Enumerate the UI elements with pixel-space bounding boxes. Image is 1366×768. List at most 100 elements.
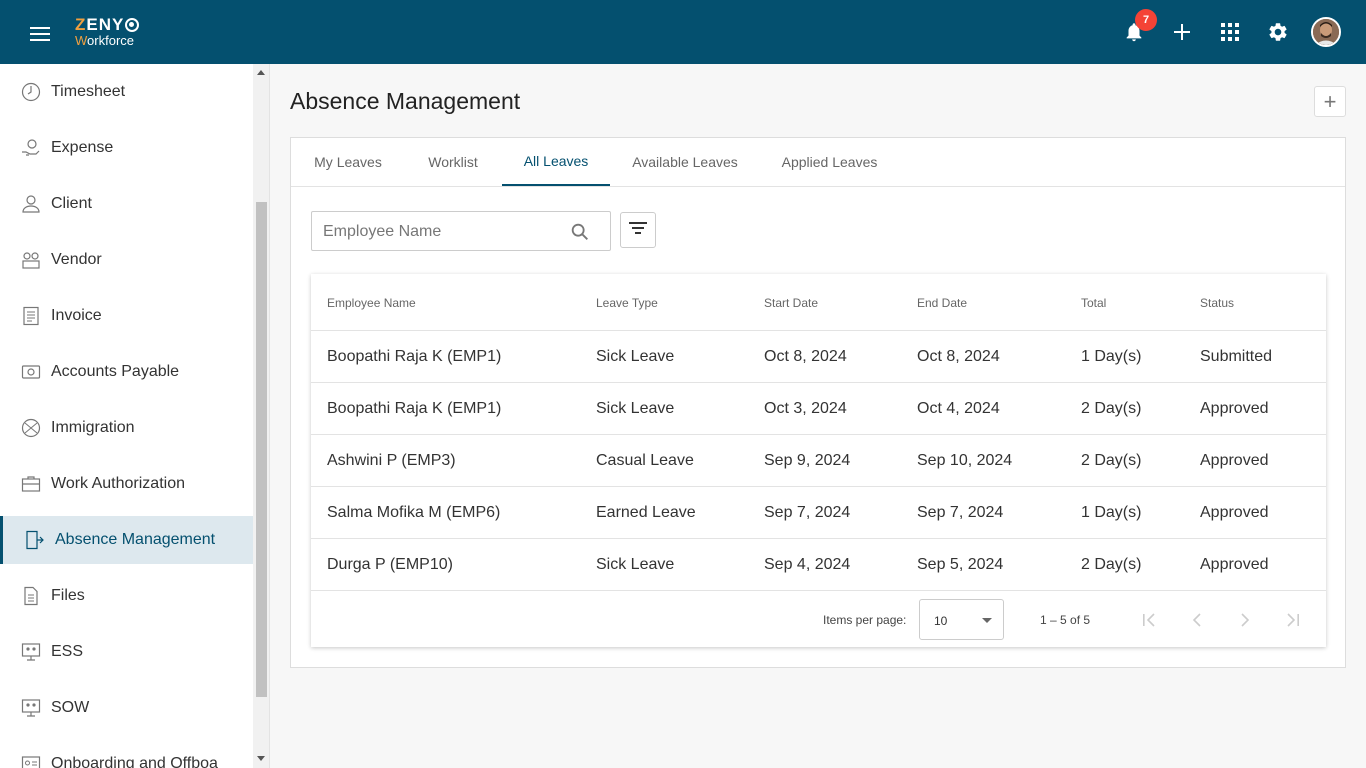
- sidebar-scrollbar[interactable]: [253, 64, 269, 768]
- cell-total: 1 Day(s): [1081, 348, 1142, 365]
- id-card-icon: [21, 754, 41, 768]
- tab-my-leaves[interactable]: My Leaves: [305, 138, 391, 186]
- tab-bar: My Leaves Worklist All Leaves Available …: [291, 138, 1345, 187]
- add-leave-button[interactable]: +: [1314, 86, 1346, 117]
- cell-leave-type: Earned Leave: [596, 504, 696, 521]
- search-icon[interactable]: [569, 221, 591, 243]
- sidebar-item-absence-management[interactable]: Absence Management: [0, 516, 253, 564]
- document-icon: [21, 306, 41, 326]
- sidebar-item-label: Work Authorization: [51, 475, 185, 492]
- first-page-icon[interactable]: [1138, 609, 1160, 631]
- monitor-people-icon: [21, 642, 41, 662]
- money-hand-icon: [21, 138, 41, 158]
- table-row[interactable]: Salma Mofika M (EMP6) Earned Leave Sep 7…: [311, 487, 1326, 539]
- sidebar-item-immigration[interactable]: Immigration: [0, 404, 253, 452]
- scroll-thumb[interactable]: [256, 202, 267, 697]
- cell-total: 1 Day(s): [1081, 504, 1142, 521]
- cell-status: Approved: [1200, 400, 1269, 417]
- sidebar-item-client[interactable]: Client: [0, 180, 253, 228]
- table-row[interactable]: Boopathi Raja K (EMP1) Sick Leave Oct 3,…: [311, 383, 1326, 435]
- items-per-page-select[interactable]: 10: [919, 599, 1004, 640]
- previous-page-icon[interactable]: [1186, 609, 1208, 631]
- gear-icon[interactable]: [1266, 20, 1290, 44]
- column-header[interactable]: Status: [1200, 296, 1234, 310]
- plus-icon: +: [1323, 88, 1337, 114]
- page-range-label: 1 – 5 of 5: [1040, 613, 1091, 627]
- scroll-up-arrow-icon[interactable]: [257, 70, 265, 75]
- cell-start-date: Sep 4, 2024: [764, 556, 851, 573]
- notification-badge: 7: [1135, 9, 1157, 31]
- sidebar-item-work-authorization[interactable]: Work Authorization: [0, 460, 253, 508]
- table-row[interactable]: Durga P (EMP10) Sick Leave Sep 4, 2024 S…: [311, 539, 1326, 591]
- sidebar-item-expense[interactable]: Expense: [0, 124, 253, 172]
- employee-search-field[interactable]: [311, 211, 611, 251]
- person-icon: [21, 194, 41, 214]
- file-icon: [21, 586, 41, 606]
- table-header: Employee Name Leave Type Start Date End …: [311, 274, 1326, 331]
- table-row[interactable]: Ashwini P (EMP3) Casual Leave Sep 9, 202…: [311, 435, 1326, 487]
- app-logo[interactable]: Z ENY Workforce: [75, 16, 140, 47]
- sidebar-item-onboarding[interactable]: Onboarding and Offboa: [0, 740, 253, 768]
- cell-employee-name: Boopathi Raja K (EMP1): [327, 348, 502, 365]
- sidebar-item-vendor[interactable]: Vendor: [0, 236, 253, 284]
- chevron-down-icon: [982, 618, 992, 623]
- sidebar-item-label: Accounts Payable: [51, 363, 180, 380]
- sidebar-item-accounts-payable[interactable]: Accounts Payable: [0, 348, 253, 396]
- leaves-table: Employee Name Leave Type Start Date End …: [311, 274, 1326, 647]
- tab-worklist[interactable]: Worklist: [415, 138, 491, 186]
- cell-start-date: Oct 3, 2024: [764, 400, 847, 417]
- tab-available-leaves[interactable]: Available Leaves: [625, 138, 745, 186]
- paginator: Items per page: 10 1 – 5 of 5: [311, 591, 1326, 647]
- sidebar-item-label: Invoice: [51, 307, 102, 324]
- scroll-down-arrow-icon[interactable]: [257, 756, 265, 761]
- cell-start-date: Sep 7, 2024: [764, 504, 851, 521]
- last-page-icon[interactable]: [1282, 609, 1304, 631]
- next-page-icon[interactable]: [1234, 609, 1256, 631]
- sidebar-item-files[interactable]: Files: [0, 572, 253, 620]
- sidebar-item-sow[interactable]: SOW: [0, 684, 253, 732]
- divider: [269, 64, 270, 768]
- apps-grid-icon[interactable]: [1218, 20, 1242, 44]
- column-header[interactable]: Total: [1081, 296, 1106, 310]
- items-per-page-label: Items per page:: [823, 613, 907, 627]
- tab-applied-leaves[interactable]: Applied Leaves: [773, 138, 886, 186]
- cell-leave-type: Sick Leave: [596, 348, 675, 365]
- sidebar-item-label: Immigration: [51, 419, 135, 436]
- clock-icon: [21, 82, 41, 102]
- cell-end-date: Oct 4, 2024: [917, 400, 1000, 417]
- sidebar-item-invoice[interactable]: Invoice: [0, 292, 253, 340]
- vendor-icon: [21, 250, 41, 270]
- cell-start-date: Sep 9, 2024: [764, 452, 851, 469]
- search-input[interactable]: [323, 221, 563, 243]
- payable-icon: [21, 362, 41, 382]
- sidebar-item-label: ESS: [51, 643, 84, 660]
- user-avatar[interactable]: [1311, 17, 1341, 47]
- cell-leave-type: Sick Leave: [596, 400, 675, 417]
- sidebar-nav: Timesheet Expense Client Vendor Invoice …: [0, 64, 253, 768]
- sidebar-item-ess[interactable]: ESS: [0, 628, 253, 676]
- cell-employee-name: Boopathi Raja K (EMP1): [327, 400, 502, 417]
- filter-button[interactable]: [620, 212, 656, 248]
- table-row[interactable]: Boopathi Raja K (EMP1) Sick Leave Oct 8,…: [311, 331, 1326, 383]
- page-title: Absence Management: [290, 88, 521, 114]
- filter-icon: [628, 221, 648, 240]
- column-header[interactable]: Employee Name: [327, 296, 416, 310]
- cell-end-date: Oct 8, 2024: [917, 348, 1000, 365]
- column-header[interactable]: Start Date: [764, 296, 818, 310]
- cell-status: Approved: [1200, 504, 1269, 521]
- cell-employee-name: Durga P (EMP10): [327, 556, 453, 573]
- door-exit-icon: [24, 530, 44, 550]
- sidebar-item-label: Timesheet: [51, 83, 126, 100]
- sidebar-item-timesheet[interactable]: Timesheet: [0, 68, 253, 116]
- menu-icon[interactable]: [30, 27, 50, 41]
- column-header[interactable]: Leave Type: [596, 296, 658, 310]
- column-header[interactable]: End Date: [917, 296, 967, 310]
- tab-all-leaves[interactable]: All Leaves: [502, 138, 610, 186]
- cell-status: Approved: [1200, 556, 1269, 573]
- cell-total: 2 Day(s): [1081, 400, 1142, 417]
- cell-employee-name: Salma Mofika M (EMP6): [327, 504, 501, 521]
- add-icon[interactable]: [1170, 20, 1194, 44]
- content-panel: My Leaves Worklist All Leaves Available …: [290, 137, 1346, 668]
- cell-total: 2 Day(s): [1081, 556, 1142, 573]
- sidebar-item-label: Files: [51, 587, 85, 604]
